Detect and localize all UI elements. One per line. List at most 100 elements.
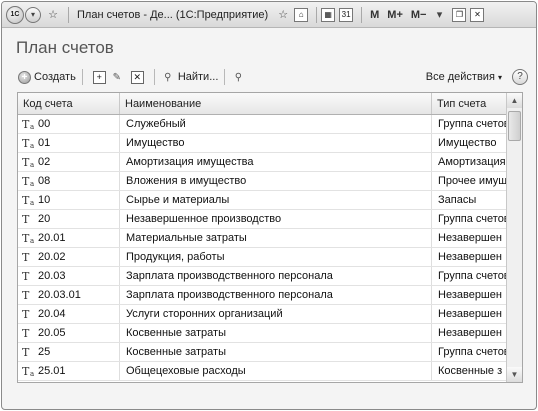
table-row[interactable]: Tа 02 Амортизация имущества Амортизация bbox=[18, 153, 522, 172]
table-row[interactable]: Tа 25.01 Общецеховые расходы Косвенные з bbox=[18, 362, 522, 381]
table-row[interactable]: T 20.03.01 Зарплата производственного перс… bbox=[18, 286, 522, 305]
cell-name: Услуги сторонних организаций bbox=[120, 305, 432, 323]
bookmark-icon[interactable]: ⌂ bbox=[294, 7, 309, 22]
calculator-icon[interactable]: ▦ bbox=[321, 7, 336, 22]
account-type-icon: T bbox=[22, 289, 30, 302]
main-menu-button[interactable]: ▾ bbox=[24, 6, 42, 24]
account-code: 20.02 bbox=[38, 251, 66, 263]
table-row[interactable]: T 20.05 Косвенные затраты Незавершен bbox=[18, 324, 522, 343]
toolbar-separator bbox=[81, 69, 83, 85]
cancel-search-icon[interactable]: ⚲ bbox=[231, 70, 245, 84]
account-type-icon: Tа bbox=[22, 175, 35, 188]
command-bar: + Создать + ✎ ✕ ⚲ Найти... ⚲ Все действи… bbox=[2, 64, 536, 90]
page-title: План счетов bbox=[16, 38, 114, 57]
table-row[interactable]: T 20.02 Продукция, работы Незавершен bbox=[18, 248, 522, 267]
cell-name: Зарплата производственного персонала bbox=[120, 267, 432, 285]
cell-code: Tа 10 bbox=[18, 191, 120, 209]
vertical-scrollbar[interactable]: ▲ ▼ bbox=[506, 93, 522, 382]
table-row[interactable]: Tа 20.01 Материальные затраты Незавершен bbox=[18, 229, 522, 248]
cell-code: Tа 02 bbox=[18, 153, 120, 171]
column-header-code[interactable]: Код счета bbox=[18, 93, 120, 114]
table-row[interactable]: T 25 Косвенные затраты Группа счетов bbox=[18, 343, 522, 362]
title-bar: 1С ▾ ☆ План счетов - Де... (1С:Предприят… bbox=[2, 2, 536, 28]
toolbar-separator bbox=[153, 69, 155, 85]
plus-icon: + bbox=[18, 70, 31, 84]
cell-code: T 20.02 bbox=[18, 248, 120, 266]
cell-type: Незавершен bbox=[432, 229, 508, 247]
account-code: 20.03 bbox=[38, 270, 66, 282]
account-code: 00 bbox=[38, 118, 51, 130]
chevron-down-icon: ▾ bbox=[497, 73, 502, 82]
table-header: Код счета Наименование Тип счета bbox=[18, 93, 522, 115]
toolbar-right-group: Все действия ▾ ? bbox=[426, 69, 528, 85]
chevron-down-icon[interactable]: ▾ bbox=[430, 6, 448, 24]
calendar-icon[interactable]: 31 bbox=[339, 7, 354, 22]
table-row[interactable]: Tа 00 Служебный Группа счетов bbox=[18, 115, 522, 134]
close-window-icon[interactable]: ✕ bbox=[470, 7, 485, 22]
search-icon: ⚲ bbox=[164, 71, 172, 83]
copy-icon[interactable]: + bbox=[92, 70, 106, 84]
table-row[interactable]: T 20 Незавершенное производство Группа счет… bbox=[18, 210, 522, 229]
all-actions-menu[interactable]: Все действия ▾ bbox=[426, 71, 502, 83]
edit-pencil-icon[interactable]: ✎ bbox=[110, 70, 124, 84]
cell-code: T 20.03.01 bbox=[18, 286, 120, 304]
table-row[interactable]: Tа 10 Сырье и материалы Запасы bbox=[18, 191, 522, 210]
delete-mark-icon[interactable]: ✕ bbox=[130, 70, 144, 84]
table-row[interactable]: Tа 01 Имущество Имущество bbox=[18, 134, 522, 153]
cell-type: Амортизация bbox=[432, 153, 508, 171]
account-code: 25.01 bbox=[38, 365, 66, 377]
app-logo-icon[interactable]: 1С bbox=[6, 5, 24, 24]
account-code: 01 bbox=[38, 137, 51, 149]
account-type-icon: Tа bbox=[22, 194, 35, 207]
account-code: 20.04 bbox=[38, 308, 66, 320]
memory-button-m[interactable]: M bbox=[370, 9, 379, 21]
cell-name: Косвенные затраты bbox=[120, 324, 432, 342]
cell-code: T 20.05 bbox=[18, 324, 120, 342]
memory-button-m-plus[interactable]: M+ bbox=[387, 9, 403, 21]
cell-type: Имущество bbox=[432, 134, 508, 152]
titlebar-separator bbox=[361, 6, 363, 23]
cell-type: Незавершен bbox=[432, 324, 508, 342]
create-button-label: Создать bbox=[34, 71, 76, 83]
account-type-icon: T bbox=[22, 308, 30, 321]
cell-type: Прочее имущ bbox=[432, 172, 508, 190]
cell-type: Группа счетов bbox=[432, 115, 508, 133]
cell-name: Амортизация имущества bbox=[120, 153, 432, 171]
table-row[interactable]: T 20.04 Услуги сторонних организаций Незаве… bbox=[18, 305, 522, 324]
cell-code: Tа 20.01 bbox=[18, 229, 120, 247]
cell-name: Имущество bbox=[120, 134, 432, 152]
cell-code: Tа 01 bbox=[18, 134, 120, 152]
cell-code: T 25 bbox=[18, 343, 120, 361]
account-type-icon: T bbox=[22, 213, 30, 226]
cell-name: Незавершенное производство bbox=[120, 210, 432, 228]
titlebar-separator bbox=[316, 6, 318, 23]
scroll-up-icon[interactable]: ▲ bbox=[507, 93, 522, 108]
cell-type: Группа счетов bbox=[432, 343, 508, 361]
cell-type: Незавершен bbox=[432, 286, 508, 304]
create-button[interactable]: + Создать bbox=[18, 70, 76, 84]
account-code: 08 bbox=[38, 175, 51, 187]
restore-window-icon[interactable]: ❐ bbox=[452, 7, 467, 22]
scroll-down-icon[interactable]: ▼ bbox=[507, 367, 522, 382]
memory-button-m-minus[interactable]: M− bbox=[411, 9, 427, 21]
all-actions-label: Все действия bbox=[425, 71, 495, 83]
cell-name: Общецеховые расходы bbox=[120, 362, 432, 380]
account-code: 02 bbox=[38, 156, 51, 168]
app-window: 1С ▾ ☆ План счетов - Де... (1С:Предприят… bbox=[1, 1, 537, 410]
column-header-type[interactable]: Тип счета bbox=[432, 93, 508, 114]
account-code: 10 bbox=[38, 194, 51, 206]
accounts-table[interactable]: Код счета Наименование Тип счета Tа 00 Слу… bbox=[17, 92, 523, 383]
titlebar-separator bbox=[68, 6, 69, 23]
table-row[interactable]: T 20.03 Зарплата производственного персона… bbox=[18, 267, 522, 286]
table-row[interactable]: Tа 08 Вложения в имущество Прочее имущ bbox=[18, 172, 522, 191]
cell-type: Незавершен bbox=[432, 248, 508, 266]
add-to-favorites-star-icon[interactable]: ☆ bbox=[274, 6, 292, 24]
cell-name: Материальные затраты bbox=[120, 229, 432, 247]
column-header-name[interactable]: Наименование bbox=[120, 93, 432, 114]
cell-type: Группа счетов bbox=[432, 267, 508, 285]
cell-name: Зарплата производственного персонала bbox=[120, 286, 432, 304]
favorites-star-icon[interactable]: ☆ bbox=[44, 6, 62, 24]
scrollbar-thumb[interactable] bbox=[508, 111, 521, 141]
find-button[interactable]: ⚲ Найти... bbox=[161, 70, 218, 84]
help-button[interactable]: ? bbox=[512, 69, 528, 85]
